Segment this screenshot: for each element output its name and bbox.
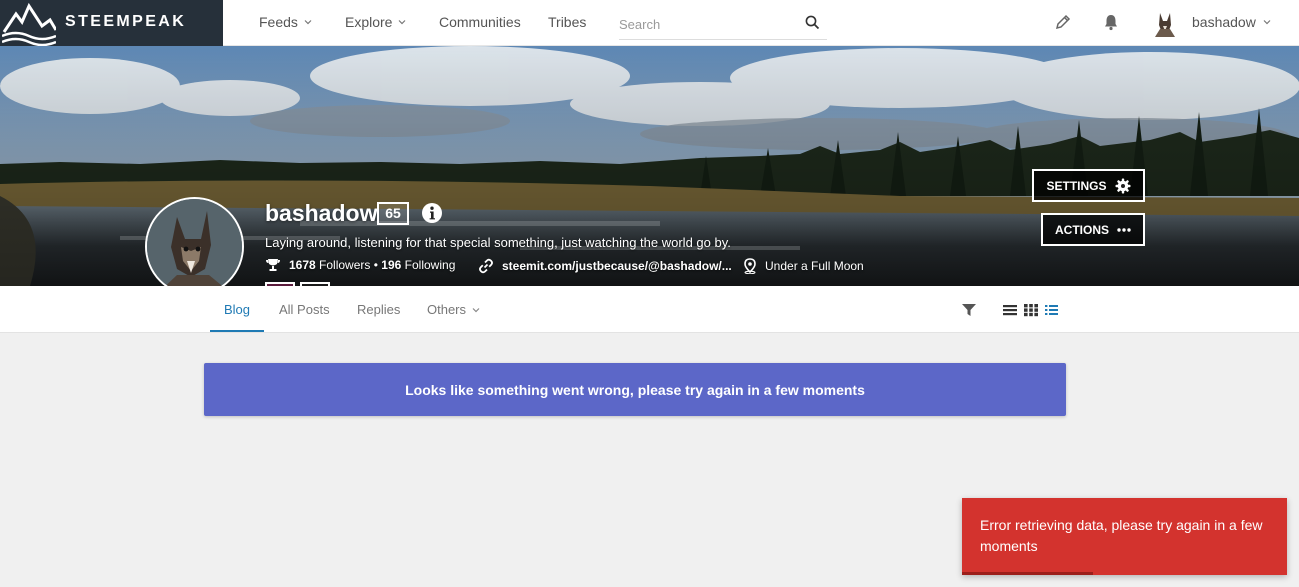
toast-message-line-1: Error retrieving data, please try again … bbox=[980, 517, 1263, 533]
error-toast[interactable]: Error retrieving data, please try again … bbox=[962, 498, 1287, 575]
nav-item-label: Tribes bbox=[548, 14, 587, 30]
website-link[interactable]: steemit.com/justbecause/@bashadow/... bbox=[478, 258, 732, 274]
tab-replies[interactable]: Replies bbox=[357, 302, 400, 317]
settings-button[interactable]: SETTINGS bbox=[1032, 169, 1145, 202]
pencil-icon[interactable] bbox=[1054, 13, 1072, 31]
profile-avatar[interactable] bbox=[145, 197, 244, 286]
mountain-logo-icon bbox=[2, 2, 56, 46]
error-alert: Looks like something went wrong, please … bbox=[204, 363, 1066, 416]
nav-item-label: Explore bbox=[345, 14, 393, 30]
followers-count: 1678 bbox=[289, 258, 316, 272]
settings-label: SETTINGS bbox=[1046, 178, 1107, 193]
list-view-icon[interactable] bbox=[1002, 303, 1018, 317]
search-icon[interactable] bbox=[805, 15, 820, 30]
link-icon bbox=[479, 258, 493, 274]
actions-button[interactable]: ACTIONS bbox=[1041, 213, 1145, 246]
actions-label: ACTIONS bbox=[1055, 222, 1109, 237]
search-box bbox=[619, 8, 827, 40]
chevron-down-icon bbox=[304, 20, 312, 25]
nav-item-label: Feeds bbox=[259, 14, 298, 30]
filter-icon[interactable] bbox=[961, 303, 977, 317]
nav-item-tribes[interactable]: Tribes bbox=[548, 14, 586, 30]
compact-view-icon[interactable] bbox=[1044, 303, 1060, 317]
tab-blog[interactable]: Blog bbox=[224, 302, 250, 317]
tab-label: Others bbox=[427, 302, 467, 317]
profile-tabs: Blog All Posts Replies Others bbox=[0, 286, 1299, 333]
profile-bio: Laying around, listening for that specia… bbox=[265, 235, 731, 250]
user-menu[interactable]: bashadow bbox=[1192, 14, 1271, 30]
top-navbar: STEEMPEAK Feeds Explore Communities Trib… bbox=[0, 0, 1299, 46]
dog-photo bbox=[147, 199, 242, 286]
nav-item-label: Communities bbox=[439, 14, 521, 30]
chevron-down-icon bbox=[1263, 20, 1271, 25]
brand-name: STEEMPEAK bbox=[65, 13, 187, 30]
location-info: Under a Full Moon bbox=[743, 258, 864, 274]
alert-message: Looks like something went wrong, please … bbox=[405, 381, 865, 398]
brand[interactable]: STEEMPEAK bbox=[0, 0, 223, 46]
toast-progress-bar bbox=[962, 572, 1093, 575]
nav-item-communities[interactable]: Communities bbox=[439, 14, 521, 30]
profile-cover: bashadow 65 Laying around, listening for… bbox=[0, 46, 1299, 286]
reputation-badge: 65 bbox=[377, 202, 409, 225]
nav-item-explore[interactable]: Explore bbox=[345, 14, 406, 30]
tab-label: All Posts bbox=[279, 302, 330, 317]
active-tab-indicator bbox=[210, 330, 264, 332]
user-avatar[interactable] bbox=[1152, 9, 1178, 37]
toast-message-line-2: moments bbox=[980, 538, 1038, 554]
meta-separator: • bbox=[373, 258, 378, 272]
profile-name: bashadow bbox=[265, 200, 378, 226]
location-text: Under a Full Moon bbox=[765, 259, 864, 273]
tab-others[interactable]: Others bbox=[427, 302, 480, 317]
grid-view-icon[interactable] bbox=[1023, 303, 1039, 317]
info-icon[interactable] bbox=[421, 202, 443, 224]
nav-item-feeds[interactable]: Feeds bbox=[259, 14, 312, 30]
website-url: steemit.com/justbecause/@bashadow/... bbox=[502, 259, 732, 273]
gear-icon bbox=[1115, 178, 1130, 193]
chevron-down-icon bbox=[472, 307, 480, 312]
bell-icon[interactable] bbox=[1102, 13, 1120, 31]
following-count: 196 bbox=[381, 258, 402, 272]
dots-icon bbox=[1117, 227, 1131, 232]
chevron-down-icon bbox=[399, 20, 406, 25]
tab-all-posts[interactable]: All Posts bbox=[279, 302, 330, 317]
tab-label: Replies bbox=[357, 302, 401, 317]
trophy-icon bbox=[266, 259, 280, 271]
search-input[interactable] bbox=[619, 14, 799, 34]
followers-label: Followers bbox=[319, 258, 371, 272]
followers-info[interactable]: 1678 Followers • 196 Following bbox=[265, 258, 455, 272]
map-pin-icon bbox=[744, 258, 756, 274]
following-label: Following bbox=[404, 258, 456, 272]
tab-label: Blog bbox=[224, 302, 251, 317]
user-name: bashadow bbox=[1192, 14, 1256, 30]
